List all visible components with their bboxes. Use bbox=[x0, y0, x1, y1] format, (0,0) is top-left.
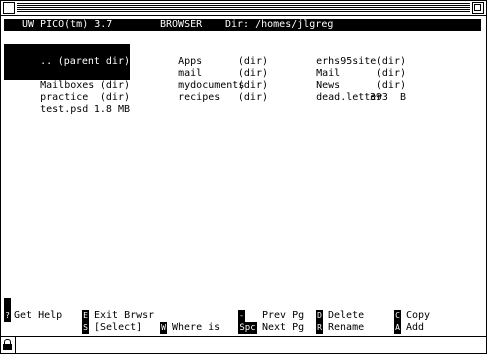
add-key[interactable]: A bbox=[394, 322, 401, 334]
add-label[interactable]: Add bbox=[406, 322, 424, 334]
where-is-label[interactable]: Where is bbox=[172, 322, 220, 334]
zoom-box-icon[interactable] bbox=[472, 2, 484, 14]
close-box-icon[interactable] bbox=[3, 2, 15, 14]
select-label[interactable]: [Select] bbox=[94, 322, 142, 334]
copy-label[interactable]: Copy bbox=[406, 310, 430, 322]
file-entry[interactable]: test.psd 1.8 MB bbox=[4, 92, 130, 128]
delete-key[interactable]: D bbox=[316, 310, 323, 322]
window-titlebar[interactable] bbox=[0, 0, 487, 16]
file-row: test.psd 1.8 MB bbox=[4, 92, 484, 115]
help-label[interactable]: Get Help bbox=[14, 310, 62, 322]
window-statusbar bbox=[0, 336, 487, 354]
exit-label[interactable]: Exit Brwsr bbox=[94, 310, 154, 322]
file-row: practice (dir) recipes (dir) dead.letter 39… bbox=[4, 80, 484, 103]
copy-key[interactable]: C bbox=[394, 310, 401, 322]
file-row: Library (dir) mail (dir) Mail (dir) bbox=[4, 56, 484, 79]
file-row: .. (parent dir) Apps (dir) erhs95site (dir) bbox=[4, 44, 484, 80]
next-page-label[interactable]: Next Pg bbox=[262, 322, 304, 334]
directory-path: Dir: /homes/jlgreg bbox=[225, 19, 334, 30]
exit-key[interactable]: E bbox=[82, 310, 89, 322]
rename-label[interactable]: Rename bbox=[328, 322, 364, 334]
mode-label: BROWSER bbox=[160, 19, 203, 30]
file-name: test.psd bbox=[40, 104, 89, 115]
lock-icon bbox=[1, 337, 16, 353]
prev-page-key[interactable]: - bbox=[238, 310, 245, 322]
where-is-key[interactable]: W bbox=[160, 322, 167, 334]
titlebar-stripes bbox=[17, 3, 470, 12]
help-key[interactable]: ? bbox=[4, 310, 11, 322]
rename-key[interactable]: R bbox=[316, 322, 323, 334]
pico-header: UW PICO(tm) 3.7 BROWSER Dir: /homes/jlgr… bbox=[4, 19, 481, 31]
prev-page-label[interactable]: Prev Pg bbox=[262, 310, 304, 322]
select-key[interactable]: S bbox=[82, 322, 89, 334]
app-title: UW PICO(tm) 3.7 bbox=[22, 19, 113, 30]
next-page-key[interactable]: Spc bbox=[238, 322, 257, 334]
delete-label[interactable]: Delete bbox=[328, 310, 364, 322]
file-row: Mailboxes (dir) mydocuments (dir) News (dir… bbox=[4, 68, 484, 91]
command-menu-row-1: ? Get Help E Exit Brwsr - Prev Pg D Dele… bbox=[4, 310, 484, 322]
terminal-screen[interactable]: UW PICO(tm) 3.7 BROWSER Dir: /homes/jlgr… bbox=[0, 16, 487, 336]
file-size: 1.8 MB bbox=[93, 104, 130, 115]
command-menu-row-2: S [Select] W Where is Spc Next Pg R Rena… bbox=[4, 322, 484, 334]
